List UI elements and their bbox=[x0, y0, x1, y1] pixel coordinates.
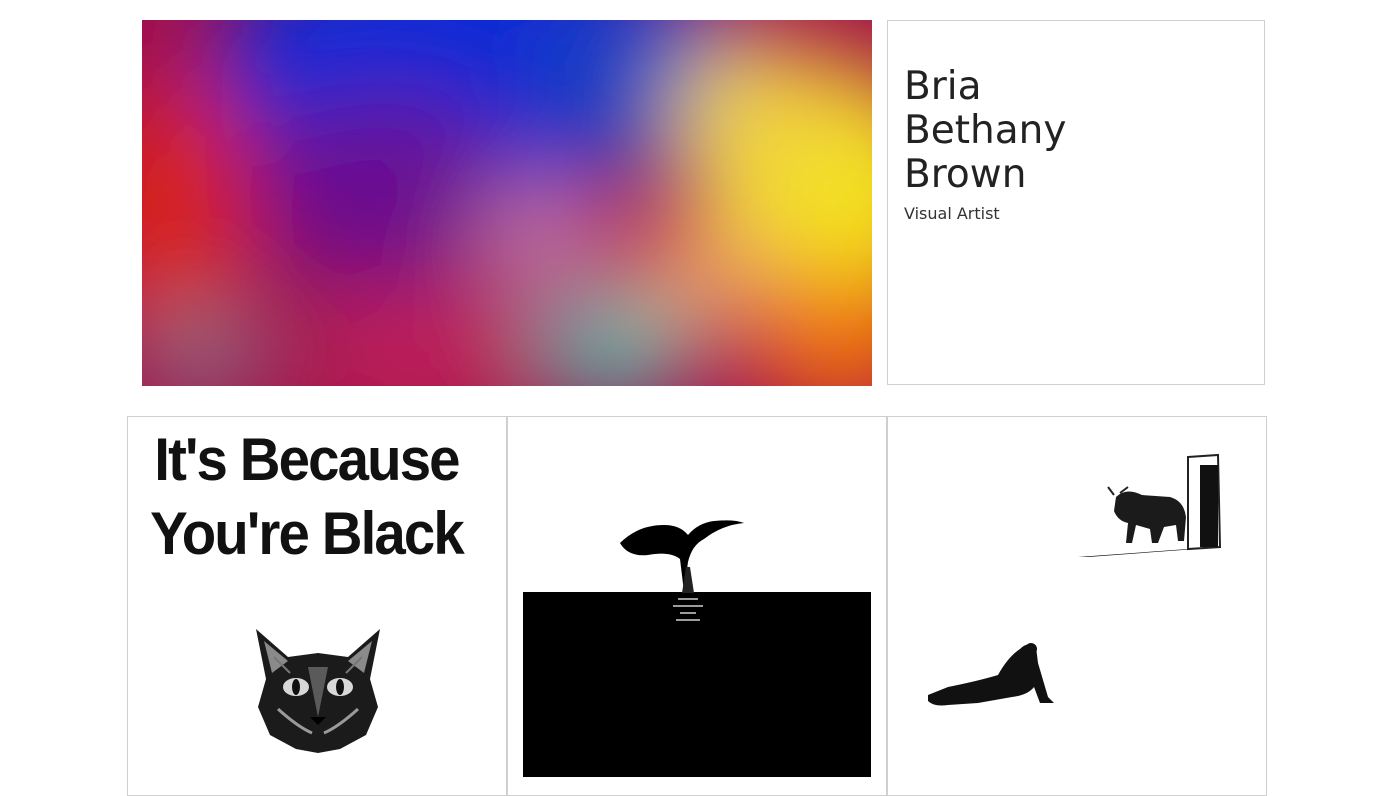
gallery-item-whale-tail[interactable] bbox=[507, 416, 887, 796]
artist-name-line: Bethany bbox=[904, 108, 1067, 153]
whale-tail-illustration bbox=[523, 520, 871, 777]
artist-role: Visual Artist bbox=[904, 204, 1000, 223]
hero-abstract-image bbox=[142, 20, 872, 386]
artist-name-line: Bria bbox=[904, 64, 982, 109]
gallery-item-poster[interactable]: It's Because You're Black bbox=[127, 416, 507, 796]
artist-name: Bria Bethany Brown bbox=[904, 65, 1066, 197]
artist-name-line: Brown bbox=[904, 152, 1027, 197]
artist-info-card: Bria Bethany Brown Visual Artist bbox=[887, 20, 1265, 385]
gallery-item-bull-doorway[interactable] bbox=[887, 416, 1267, 796]
bull-doorway-illustration bbox=[928, 453, 1222, 706]
cat-face-illustration bbox=[256, 629, 380, 753]
